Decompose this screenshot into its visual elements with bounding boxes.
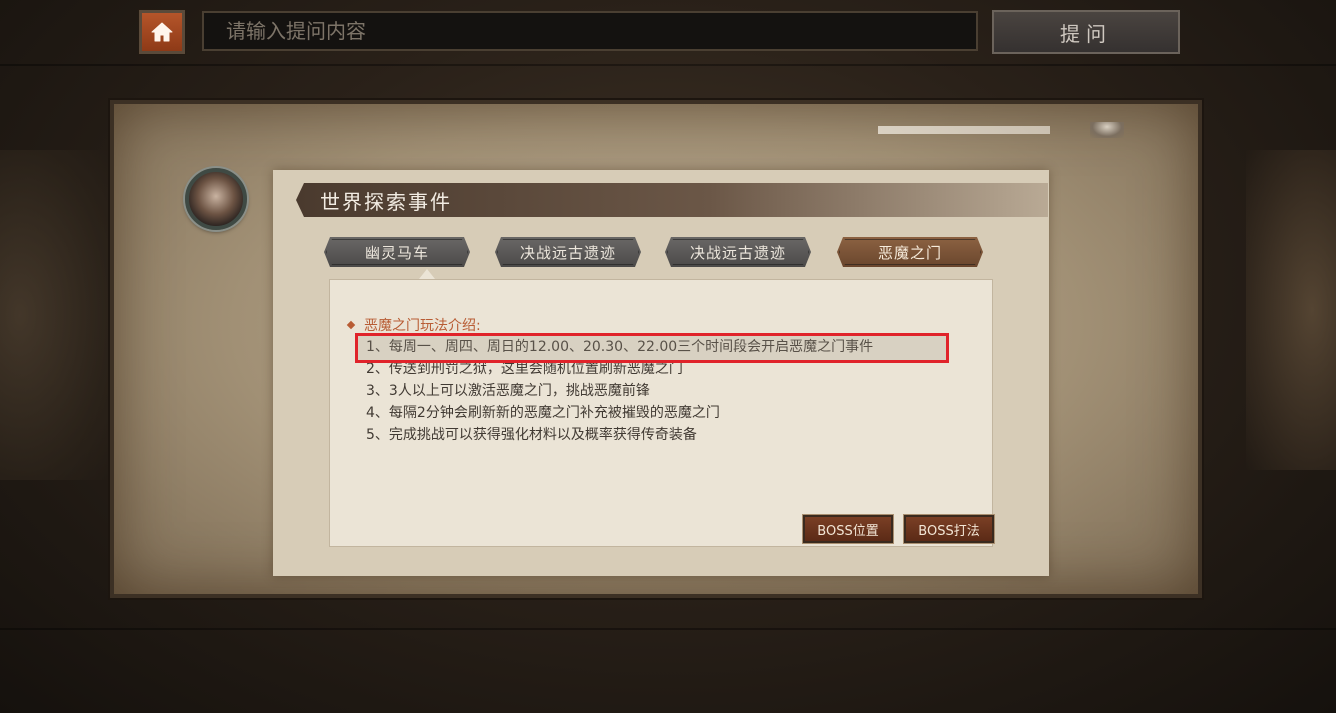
background-scroll-left — [0, 150, 110, 480]
rule-item: 4、每隔2分钟会刷新新的恶魔之门补充被摧毁的恶魔之门 — [366, 405, 720, 421]
boss-location-button[interactable]: BOSS位置 — [802, 514, 894, 544]
rule-item: 2、传送到刑罚之狱，这里会随机位置刷新恶魔之门 — [366, 361, 683, 377]
boss-strategy-button[interactable]: BOSS打法 — [903, 514, 995, 544]
tab-ancient-ruins-2[interactable]: 决战远古遗迹 — [665, 237, 811, 267]
tab-label: 恶魔之门 — [877, 243, 942, 262]
tab-label: 决战远古遗迹 — [689, 243, 786, 262]
tab-ancient-ruins-1[interactable]: 决战远古遗迹 — [495, 237, 641, 267]
tab-pointer-arrow — [419, 269, 435, 279]
home-icon — [151, 22, 173, 42]
panel-title: 世界探索事件 — [320, 189, 452, 214]
content-heading-text: 恶魔之门玩法介绍: — [364, 318, 481, 334]
avatar[interactable] — [185, 168, 247, 230]
board-ornament — [1090, 122, 1124, 138]
tab-label: 决战远古遗迹 — [519, 243, 616, 262]
rule-item: 5、完成挑战可以获得强化材料以及概率获得传奇装备 — [366, 427, 697, 443]
content-heading: 恶魔之门玩法介绍: — [346, 314, 481, 336]
rule-item: 3、3人以上可以激活恶魔之门，挑战恶魔前锋 — [366, 383, 650, 399]
tab-ghost-carriage[interactable]: 幽灵马车 — [324, 237, 470, 267]
board-top-bar — [878, 126, 1050, 134]
search-input[interactable] — [202, 11, 978, 51]
background-plank-line — [0, 628, 1336, 630]
ask-button[interactable]: 提问 — [992, 10, 1180, 54]
rules-list: 1、每周一、周四、周日的12.00、20.30、22.00三个时间段会开启恶魔之… — [366, 336, 966, 446]
diamond-icon — [346, 320, 356, 330]
background-plank-line — [0, 64, 1336, 66]
panel-title-bar: 世界探索事件 — [296, 183, 1048, 217]
tab-label: 幽灵马车 — [364, 243, 429, 262]
rule-item: 1、每周一、周四、周日的12.00、20.30、22.00三个时间段会开启恶魔之… — [366, 339, 874, 355]
background-scroll-right — [1246, 150, 1336, 470]
tab-demon-gate[interactable]: 恶魔之门 — [837, 237, 983, 267]
home-button[interactable] — [138, 9, 186, 55]
